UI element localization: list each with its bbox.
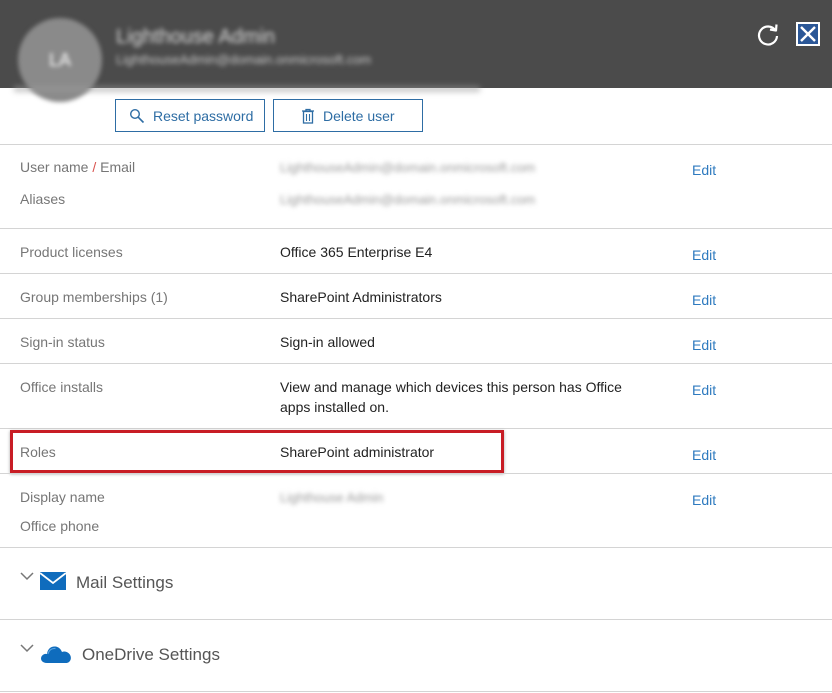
signin-status-value: Sign-in allowed (280, 334, 375, 350)
chevron-down-icon (20, 644, 34, 653)
edit-licenses-link[interactable]: Edit (692, 247, 716, 263)
divider (0, 691, 832, 692)
chevron-down-icon (20, 572, 34, 581)
divider (0, 228, 832, 229)
display-name-value: Lighthouse Admin (280, 490, 384, 505)
roles-highlight-box (10, 430, 504, 473)
group-memberships-value: SharePoint Administrators (280, 289, 442, 305)
divider (0, 273, 832, 274)
user-header: LA Lighthouse Admin LighthouseAdmin@doma… (0, 0, 832, 102)
user-display-name: Lighthouse Admin (116, 26, 276, 48)
refresh-icon (757, 24, 779, 46)
mail-settings-title: Mail Settings (76, 573, 174, 592)
onedrive-settings-section[interactable]: OneDrive Settings (0, 619, 832, 691)
edit-signin-link[interactable]: Edit (692, 337, 716, 353)
user-email: LighthouseAdmin@domain.onmicrosoft.com (116, 52, 372, 67)
reset-password-label: Reset password (153, 107, 254, 124)
edit-roles-link[interactable]: Edit (692, 447, 716, 463)
divider (0, 363, 832, 364)
avatar-initials: LA (48, 49, 72, 70)
edit-groups-link[interactable]: Edit (692, 292, 716, 308)
key-icon (129, 108, 145, 123)
group-memberships-label: Group memberships (1) (20, 289, 168, 305)
username-value: LighthouseAdmin@domain.onmicrosoft.com (280, 160, 536, 175)
divider (0, 144, 832, 145)
edit-installs-link[interactable]: Edit (692, 382, 716, 398)
header-edge (14, 86, 480, 92)
office-installs-value: View and manage which devices this perso… (280, 379, 622, 415)
edit-displayname-link[interactable]: Edit (692, 492, 716, 508)
onedrive-settings-title: OneDrive Settings (82, 645, 220, 664)
divider (0, 318, 832, 319)
refresh-button[interactable] (755, 22, 781, 48)
mail-settings-section[interactable]: Mail Settings (0, 547, 832, 619)
username-email-label: User name / Email (20, 159, 135, 175)
office-phone-label: Office phone (20, 518, 100, 534)
edit-username-link[interactable]: Edit (692, 162, 716, 178)
close-button[interactable] (796, 22, 820, 46)
product-licenses-label: Product licenses (20, 244, 123, 260)
aliases-label: Aliases (20, 191, 66, 207)
reset-password-button[interactable]: Reset password (115, 99, 265, 132)
trash-icon (302, 108, 314, 124)
close-icon (800, 26, 816, 42)
office-installs-label: Office installs (20, 379, 103, 395)
username-label: User name (20, 159, 89, 175)
label-separator: / (92, 159, 97, 175)
onedrive-cloud-icon (41, 646, 71, 663)
delete-user-button[interactable]: Delete user (273, 99, 423, 132)
product-licenses-value: Office 365 Enterprise E4 (280, 244, 433, 260)
delete-user-label: Delete user (323, 107, 395, 124)
signin-status-label: Sign-in status (20, 334, 105, 350)
divider (0, 428, 832, 429)
email-label: Email (100, 159, 136, 175)
mail-icon (40, 572, 66, 590)
divider (0, 473, 832, 474)
aliases-value: LighthouseAdmin@domain.onmicrosoft.com (280, 192, 536, 207)
display-name-label: Display name (20, 489, 105, 505)
